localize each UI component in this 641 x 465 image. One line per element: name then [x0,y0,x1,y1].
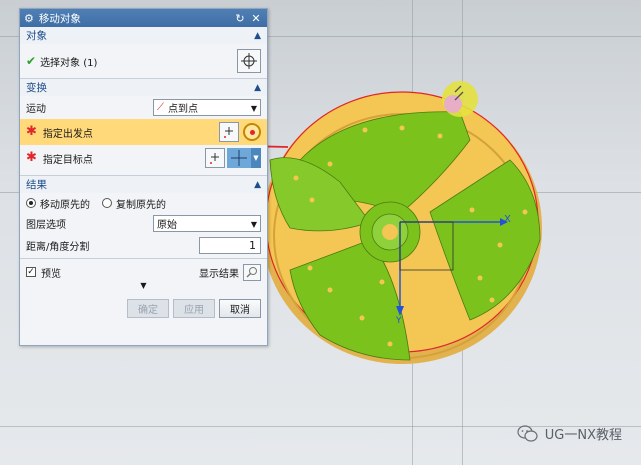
crosshair-icon[interactable] [237,49,261,73]
magnifier-icon[interactable] [243,263,261,281]
chevron-up-icon[interactable]: ▲ [254,180,261,190]
motion-value: 点到点 [168,104,198,115]
gear-icon: ⚙ [24,11,34,25]
layer-option-value: 原始 [157,220,177,231]
to-point-label: 指定目标点 [42,154,93,166]
move-object-dialog: ⚙ 移动对象 ↻ ✕ 对象 ▲ ✔ 选择对象 (1) 变换 ▲ 运动 ⟋ 点到点 [19,8,268,346]
dialog-titlebar[interactable]: ⚙ 移动对象 ↻ ✕ [20,9,267,27]
result-section: 结果 ▲ 移动原先的 复制原先的 图层选项 原始 ▼ 距离/角度分割 1 [20,176,267,259]
move-original-radio[interactable] [26,198,36,208]
crosshair-point-icon[interactable] [227,148,251,168]
close-icon[interactable]: ✕ [249,11,263,25]
chevron-down-icon[interactable]: ▼ [251,148,261,168]
motion-select[interactable]: ⟋ 点到点 ▼ [153,99,261,116]
point-dialog-icon[interactable] [219,122,239,142]
result-section-title: 结果 [26,179,47,191]
distance-label: 距离/角度分割 [26,241,90,253]
preview-checkbox[interactable]: ✓ [26,267,36,277]
motion-label: 运动 [26,104,46,115]
result-mode-row: 移动原先的 复制原先的 [20,193,267,213]
apply-button[interactable]: 应用 [173,299,215,318]
ok-button[interactable]: 确定 [127,299,169,318]
copy-original-radio[interactable] [102,198,112,208]
wechat-icon [517,424,539,443]
motion-row: 运动 ⟋ 点到点 ▼ [20,96,267,119]
layer-option-row: 图层选项 原始 ▼ [20,213,267,234]
footer: ✓ 预览 显示结果 ▼ 确定 应用 取消 [20,259,267,318]
from-point-row[interactable]: ✱ 指定出发点 [20,119,267,145]
handle-origin [444,95,462,113]
transform-section: 变换 ▲ 运动 ⟋ 点到点 ▼ ✱ 指定出发点 ✱ 指定目标点 ▼ [20,79,267,176]
chevron-up-icon[interactable]: ▲ [254,31,261,41]
axis-x-label: X [504,214,511,225]
object-section-title: 对象 [26,30,47,42]
expand-arrow-icon[interactable]: ▼ [26,281,261,293]
object-section-header[interactable]: 对象 ▲ [20,27,267,44]
dropdown-arrow-icon: ▼ [250,220,257,229]
dropdown-arrow-icon: ▼ [250,104,257,113]
inferred-point-icon[interactable] [243,123,261,141]
reset-icon[interactable]: ↻ [233,11,247,25]
chevron-up-icon[interactable]: ▲ [254,83,261,93]
to-point-row[interactable]: ✱ 指定目标点 ▼ [20,145,267,171]
show-result-label[interactable]: 显示结果 [199,265,239,280]
required-star-icon: ✱ [26,124,37,139]
preview-row: ✓ 预览 显示结果 [26,263,261,281]
move-original-label[interactable]: 移动原先的 [40,196,90,211]
preview-label[interactable]: 预览 [41,265,199,280]
watermark: UG一NX教程 [517,424,622,443]
point-dialog-icon[interactable] [205,148,225,168]
center-hole [382,224,398,240]
copy-original-label[interactable]: 复制原先的 [116,196,166,211]
layer-option-label: 图层选项 [26,220,66,231]
checkmark-icon: ✔ [26,54,37,68]
distance-input[interactable]: 1 [199,236,261,254]
result-section-header[interactable]: 结果 ▲ [20,176,267,193]
cancel-button[interactable]: 取消 [219,299,261,318]
axis-y-label: Y [396,316,402,326]
object-section: 对象 ▲ ✔ 选择对象 (1) [20,27,267,79]
transform-section-title: 变换 [26,82,47,94]
required-star-icon: ✱ [26,150,37,165]
point-to-point-icon: ⟋ [157,102,164,113]
button-row: 确定 应用 取消 [26,299,261,318]
transform-section-header[interactable]: 变换 ▲ [20,79,267,96]
select-object-label: 选择对象 (1) [40,57,98,69]
watermark-text: UG一NX教程 [544,428,622,443]
distance-row: 距离/角度分割 1 [20,234,267,256]
layer-option-select[interactable]: 原始 ▼ [153,215,261,232]
from-point-label: 指定出发点 [42,128,93,140]
select-object-row[interactable]: ✔ 选择对象 (1) [20,44,267,78]
dialog-title: 移动对象 [38,12,81,25]
